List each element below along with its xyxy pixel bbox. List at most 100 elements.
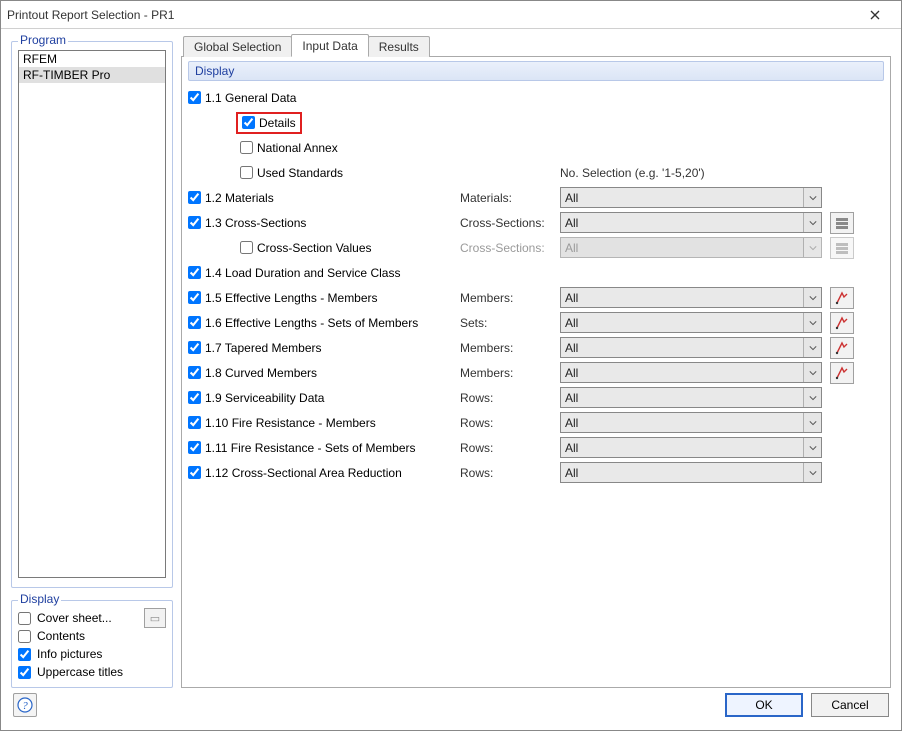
cb-curved[interactable]	[188, 366, 201, 379]
row-fire-s: 1.11 Fire Resistance - Sets of Members R…	[188, 435, 884, 460]
row-service: 1.9 Serviceability Data Rows: All	[188, 385, 884, 410]
section-display-header: Display	[188, 61, 884, 81]
btn-pick-curved[interactable]	[830, 362, 854, 384]
chevron-down-icon	[803, 463, 821, 482]
sel-tapered[interactable]: All	[560, 337, 822, 358]
row-general: 1.1 General Data	[188, 85, 884, 110]
sel-efflen-s[interactable]: All	[560, 312, 822, 333]
cover-settings-button[interactable]: ▭	[144, 608, 166, 628]
chevron-down-icon	[803, 313, 821, 332]
opt-info-checkbox[interactable]	[18, 648, 31, 661]
cap-tapered: Members:	[460, 341, 556, 355]
tab-bar: Global Selection Input Data Results	[181, 35, 891, 57]
cap-area-red: Rows:	[460, 466, 556, 480]
cb-general[interactable]	[188, 91, 201, 104]
btn-pick-efflen-s[interactable]	[830, 312, 854, 334]
sel-cross[interactable]: All	[560, 212, 822, 233]
lbl-load: 1.4 Load Duration and Service Class	[205, 266, 400, 280]
lbl-efflen-s: 1.6 Effective Lengths - Sets of Members	[205, 316, 418, 330]
cb-efflen-m[interactable]	[188, 291, 201, 304]
program-group: Program RFEM RF-TIMBER Pro	[11, 41, 173, 588]
opt-info-label: Info pictures	[37, 647, 102, 661]
sel-crossvals-value: All	[565, 241, 578, 255]
row-area-red: 1.12 Cross-Sectional Area Reduction Rows…	[188, 460, 884, 485]
cb-load[interactable]	[188, 266, 201, 279]
chevron-down-icon	[803, 363, 821, 382]
tab-input[interactable]: Input Data	[291, 34, 368, 57]
program-item-rftimber[interactable]: RF-TIMBER Pro	[19, 67, 165, 83]
help-button[interactable]: ?	[13, 693, 37, 717]
program-label: Program	[18, 33, 68, 47]
chevron-down-icon	[803, 288, 821, 307]
sel-cross-value: All	[565, 216, 578, 230]
opt-upper-checkbox[interactable]	[18, 666, 31, 679]
cap-efflen-s: Sets:	[460, 316, 556, 330]
opt-contents-checkbox[interactable]	[18, 630, 31, 643]
btn-pick-efflen-m[interactable]	[830, 287, 854, 309]
program-list[interactable]: RFEM RF-TIMBER Pro	[18, 50, 166, 578]
chevron-down-icon	[803, 238, 821, 257]
cancel-button[interactable]: Cancel	[811, 693, 889, 717]
sel-fire-m[interactable]: All	[560, 412, 822, 433]
cb-cross[interactable]	[188, 216, 201, 229]
row-crossvals: Cross-Section Values Cross-Sections: All	[188, 235, 884, 260]
cap-materials: Materials:	[460, 191, 556, 205]
sel-efflen-m[interactable]: All	[560, 287, 822, 308]
sel-service[interactable]: All	[560, 387, 822, 408]
cap-fire-s: Rows:	[460, 441, 556, 455]
opt-upper-row: Uppercase titles	[18, 663, 166, 681]
lbl-details: Details	[259, 116, 296, 130]
options-rows: 1.1 General Data Details	[188, 85, 884, 485]
btn-crossvals-library	[830, 237, 854, 259]
library-icon	[835, 241, 849, 255]
lbl-cross: 1.3 Cross-Sections	[205, 216, 306, 230]
display-label: Display	[18, 592, 61, 606]
program-item-rfem[interactable]: RFEM	[19, 51, 165, 67]
sel-fire-m-value: All	[565, 416, 578, 430]
chevron-down-icon	[803, 438, 821, 457]
left-column: Program RFEM RF-TIMBER Pro Display Cover…	[11, 35, 173, 688]
sel-fire-s[interactable]: All	[560, 437, 822, 458]
tab-results[interactable]: Results	[368, 36, 430, 57]
ok-button[interactable]: OK	[725, 693, 803, 717]
btn-pick-tapered[interactable]	[830, 337, 854, 359]
tab-global[interactable]: Global Selection	[183, 36, 292, 57]
cb-fire-m[interactable]	[188, 416, 201, 429]
cb-details[interactable]	[242, 116, 255, 129]
pick-icon	[835, 291, 849, 305]
chevron-down-icon	[803, 413, 821, 432]
lbl-tapered: 1.7 Tapered Members	[205, 341, 322, 355]
chevron-down-icon	[803, 188, 821, 207]
cb-area-red[interactable]	[188, 466, 201, 479]
sel-area-red[interactable]: All	[560, 462, 822, 483]
pick-icon	[835, 341, 849, 355]
close-button[interactable]	[855, 3, 895, 27]
cb-tapered[interactable]	[188, 341, 201, 354]
lbl-annex: National Annex	[257, 141, 338, 155]
opt-upper-label: Uppercase titles	[37, 665, 123, 679]
btn-cross-library[interactable]	[830, 212, 854, 234]
cap-crossvals: Cross-Sections:	[460, 241, 556, 255]
dialog-body: Program RFEM RF-TIMBER Pro Display Cover…	[1, 29, 901, 688]
sel-crossvals: All	[560, 237, 822, 258]
row-load: 1.4 Load Duration and Service Class	[188, 260, 884, 285]
cb-annex[interactable]	[240, 141, 253, 154]
sel-curved[interactable]: All	[560, 362, 822, 383]
cb-standards[interactable]	[240, 166, 253, 179]
display-group: Display Cover sheet... ▭ Contents Info p…	[11, 600, 173, 688]
opt-info-row: Info pictures	[18, 645, 166, 663]
opt-contents-row: Contents	[18, 627, 166, 645]
opt-cover-checkbox[interactable]	[18, 612, 31, 625]
opt-contents-label: Contents	[37, 629, 85, 643]
sel-service-value: All	[565, 391, 578, 405]
cb-fire-s[interactable]	[188, 441, 201, 454]
cb-efflen-s[interactable]	[188, 316, 201, 329]
opt-cover-label: Cover sheet...	[37, 611, 112, 625]
sel-materials[interactable]: All	[560, 187, 822, 208]
lbl-fire-s: 1.11 Fire Resistance - Sets of Members	[205, 441, 416, 455]
cb-materials[interactable]	[188, 191, 201, 204]
cb-service[interactable]	[188, 391, 201, 404]
dialog-footer: ? OK Cancel	[1, 688, 901, 730]
cb-crossvals[interactable]	[240, 241, 253, 254]
chevron-down-icon	[803, 338, 821, 357]
